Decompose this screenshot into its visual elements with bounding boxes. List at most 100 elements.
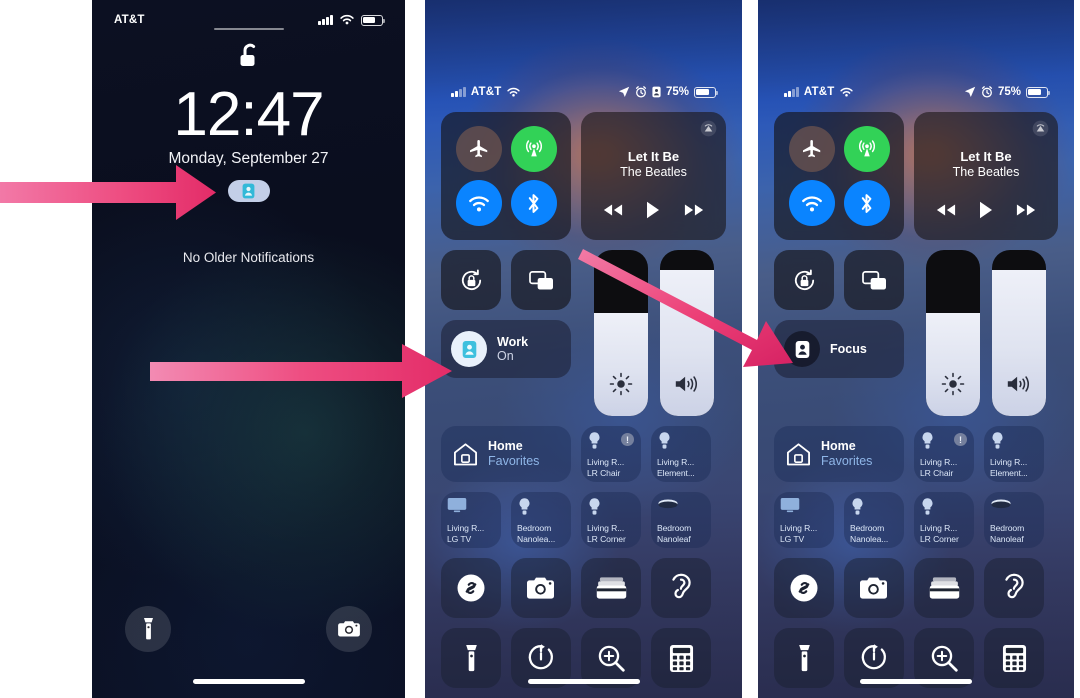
- cellular-data-button[interactable]: [510, 126, 557, 172]
- rotation-lock-button[interactable]: [774, 250, 834, 310]
- calculator-icon: [1002, 644, 1026, 672]
- home-indicator: [192, 679, 305, 684]
- lock-camera-button[interactable]: [326, 606, 372, 652]
- device-tile[interactable]: Living R... LR Corner: [581, 492, 641, 548]
- now-playing-module[interactable]: Let It Be The Beatles: [581, 112, 726, 240]
- lightbulb-icon: [922, 498, 933, 515]
- rotation-lock-button[interactable]: [441, 250, 501, 310]
- device-tile[interactable]: Bedroom Nanoleaf: [984, 492, 1044, 548]
- device-warning-badge: !: [621, 433, 634, 446]
- lightbulb-icon: [589, 498, 600, 515]
- focus-tile-name: Focus: [830, 341, 867, 356]
- play-icon: [979, 201, 992, 219]
- lock-flashlight-button[interactable]: [125, 606, 171, 652]
- now-playing-module[interactable]: Let It Be The Beatles: [914, 112, 1058, 240]
- device-tile[interactable]: ! Living R... LR Chair: [914, 426, 974, 482]
- lock-status-bar: AT&T: [92, 14, 405, 26]
- flashlight-button[interactable]: [774, 628, 834, 688]
- device-tile[interactable]: Living R... Element...: [984, 426, 1044, 482]
- focus-tile-icon-inactive: [784, 331, 820, 367]
- brightness-slider[interactable]: [593, 250, 648, 416]
- screen-mirroring-button[interactable]: [844, 250, 904, 310]
- device-room-label: Bedroom: [517, 523, 552, 534]
- camera-button[interactable]: [511, 558, 571, 618]
- device-tile[interactable]: Living R... LR Corner: [914, 492, 974, 548]
- camera-icon: [527, 577, 554, 599]
- device-name-label: Element...: [990, 467, 1028, 478]
- wallet-button[interactable]: [914, 558, 974, 618]
- rewind-button[interactable]: [603, 203, 623, 222]
- fast-forward-button[interactable]: [1016, 203, 1036, 222]
- device-room-label: Living R...: [990, 457, 1028, 468]
- carrier-label: AT&T: [470, 86, 502, 98]
- connectivity-module[interactable]: [441, 112, 571, 240]
- phone-panel-control-center-focus-off: AT&T 75% Let It Be The Beatles Focus Hom…: [758, 0, 1074, 698]
- volume-speaker-icon: [660, 372, 714, 396]
- focus-tile-state: On: [497, 349, 514, 363]
- now-playing-title: Let It Be: [960, 149, 1012, 164]
- lightbulb-icon: [992, 432, 1003, 449]
- now-playing-title: Let It Be: [627, 149, 680, 164]
- wallet-button[interactable]: [581, 558, 641, 618]
- device-tile[interactable]: Living R... LG TV: [441, 492, 501, 548]
- lock-screen-focus-pill[interactable]: [227, 180, 270, 202]
- calculator-button[interactable]: [984, 628, 1044, 688]
- rewind-button[interactable]: [936, 203, 956, 222]
- airplane-mode-button[interactable]: [788, 126, 835, 172]
- airplane-mode-button[interactable]: [455, 126, 502, 172]
- wifi-button[interactable]: [788, 180, 835, 226]
- device-tile[interactable]: Bedroom Nanolea...: [511, 492, 571, 548]
- gutter-1: [405, 0, 425, 698]
- home-favorites-tile[interactable]: Home Favorites: [774, 426, 904, 482]
- screen-mirroring-button[interactable]: [511, 250, 571, 310]
- bluetooth-button[interactable]: [510, 180, 557, 226]
- camera-button[interactable]: [844, 558, 904, 618]
- connectivity-module[interactable]: [774, 112, 904, 240]
- device-tile[interactable]: Living R... LG TV: [774, 492, 834, 548]
- now-playing-artist: The Beatles: [952, 165, 1020, 179]
- volume-slider[interactable]: [992, 250, 1046, 416]
- brightness-slider[interactable]: [926, 250, 980, 416]
- device-tile[interactable]: Bedroom Nanoleaf: [651, 492, 711, 548]
- hearing-button[interactable]: [651, 558, 711, 618]
- bluetooth-button[interactable]: [843, 180, 890, 226]
- airplay-audio-icon[interactable]: [700, 120, 717, 142]
- cellular-data-button[interactable]: [843, 126, 890, 172]
- alarm-clock-icon: [981, 86, 993, 98]
- flashlight-button[interactable]: [441, 628, 501, 688]
- wifi-icon: [340, 14, 354, 25]
- play-button[interactable]: [646, 201, 660, 224]
- unlocked-padlock-icon: [92, 42, 405, 81]
- device-room-label: Living R...: [587, 523, 625, 534]
- device-tile[interactable]: ! Living R... LR Chair: [581, 426, 641, 482]
- focus-person-badge-icon: [795, 340, 809, 358]
- home-favorites-tile[interactable]: Home Favorites: [441, 426, 571, 482]
- focus-tile-off[interactable]: Focus: [774, 320, 904, 378]
- flashlight-icon: [465, 644, 477, 671]
- shazam-button[interactable]: [441, 558, 501, 618]
- fast-forward-icon: [1017, 204, 1036, 216]
- rotation-lock-icon: [461, 269, 481, 290]
- wifi-button[interactable]: [455, 180, 502, 226]
- airplay-audio-icon[interactable]: [1032, 120, 1049, 142]
- hearing-button[interactable]: [984, 558, 1044, 618]
- flashlight-icon: [143, 618, 153, 640]
- cc-sliders: [914, 250, 1058, 416]
- device-tile[interactable]: Living R... Element...: [651, 426, 711, 482]
- cc-status-bar-focus-off: AT&T 75%: [758, 86, 1074, 98]
- device-name-label: Nanoleaf: [990, 533, 1024, 544]
- fast-forward-button[interactable]: [684, 203, 704, 222]
- play-button[interactable]: [979, 201, 993, 224]
- timer-icon: [861, 644, 886, 670]
- volume-slider[interactable]: [659, 250, 714, 416]
- focus-tile-work[interactable]: Work On: [441, 320, 571, 378]
- device-name-label: LR Corner: [587, 533, 626, 544]
- device-tile[interactable]: Bedroom Nanolea...: [844, 492, 904, 548]
- shazam-button[interactable]: [774, 558, 834, 618]
- lock-screen-date: Monday, September 27: [168, 150, 329, 167]
- battery-icon: [694, 86, 719, 98]
- device-name-label: Nanoleaf: [657, 533, 691, 544]
- cellular-bars-icon: [318, 15, 333, 25]
- location-arrow-icon: [618, 86, 630, 97]
- calculator-button[interactable]: [651, 628, 711, 688]
